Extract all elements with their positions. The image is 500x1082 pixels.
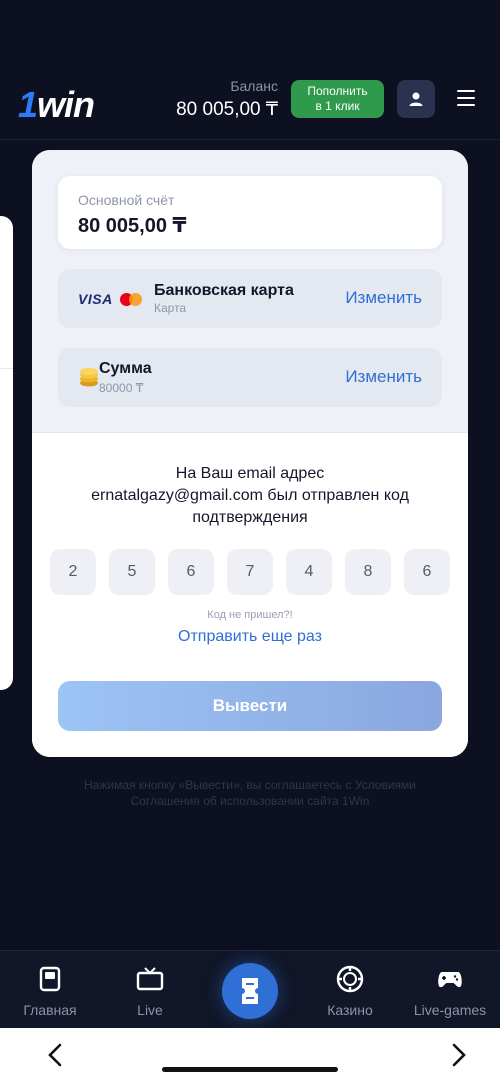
code-digit-7[interactable]: 6 — [404, 549, 450, 595]
visa-logo-icon: VISA — [78, 291, 113, 307]
topup-label-line1: Пополнить — [307, 84, 368, 98]
code-digit-6[interactable]: 8 — [345, 549, 391, 595]
nav-label-live-games: Live-games — [413, 1002, 487, 1018]
home-indicator — [162, 1067, 338, 1072]
nav-item-live[interactable]: Live — [105, 951, 195, 1029]
chevron-left-icon[interactable] — [44, 1042, 66, 1068]
terms-text: Нажимая кнопку «Вывести», вы соглашаетес… — [84, 778, 416, 808]
background-card — [0, 216, 13, 690]
bet-slip-button[interactable] — [222, 963, 278, 1019]
topup-button[interactable]: Пополнить в 1 клик — [291, 80, 384, 118]
amount-row[interactable]: Сумма 80000 ₸ Изменить — [58, 348, 442, 407]
coins-icon — [80, 368, 98, 387]
balance-block: Баланс 80 005,00 ₸ — [176, 78, 278, 121]
no-code-text: Код не пришел?! — [207, 609, 293, 621]
coupon-icon — [242, 978, 258, 1004]
main-account-box: Основной счёт 80 005,00 ₸ — [58, 176, 442, 249]
hamburger-menu-icon[interactable] — [457, 90, 475, 106]
home-icon — [39, 966, 61, 992]
code-input-group: 2 5 6 7 4 8 6 — [50, 549, 450, 595]
user-icon — [409, 92, 423, 106]
amount-value: 80000 ₸ — [99, 381, 144, 395]
nav-label-live: Live — [137, 1002, 163, 1018]
nav-item-casino[interactable]: Казино — [305, 951, 395, 1029]
payment-method-title: Банковская карта — [154, 282, 294, 299]
code-digit-1[interactable]: 2 — [50, 549, 96, 595]
logo[interactable]: 1win — [18, 84, 95, 126]
confirmation-message: На Ваш email адрес ernatalgazy@gmail.com… — [91, 465, 409, 526]
bottom-navigation: Главная Live Казино Live-games — [0, 950, 500, 1028]
topup-label-line2: в 1 клик — [315, 99, 360, 113]
code-digit-2[interactable]: 5 — [109, 549, 155, 595]
code-digit-5[interactable]: 4 — [286, 549, 332, 595]
withdraw-card: Основной счёт 80 005,00 ₸ VISA Банковска… — [32, 150, 468, 757]
browser-toolbar — [0, 1028, 500, 1082]
profile-button[interactable] — [397, 80, 435, 118]
casino-chip-icon — [336, 965, 364, 993]
nav-label-home: Главная — [23, 1002, 77, 1018]
withdraw-button[interactable]: Вывести — [58, 681, 442, 731]
app-header: 1win Баланс 80 005,00 ₸ Пополнить в 1 кл… — [0, 60, 500, 140]
gamepad-icon — [438, 972, 462, 988]
payment-method-row[interactable]: VISA Банковская карта Карта Изменить — [58, 269, 442, 328]
balance-value: 80 005,00 ₸ — [176, 99, 278, 120]
chevron-right-icon[interactable] — [448, 1042, 470, 1068]
change-amount-button[interactable]: Изменить — [345, 367, 422, 387]
change-payment-method-button[interactable]: Изменить — [345, 288, 422, 308]
balance-label: Баланс — [230, 78, 278, 94]
amount-title: Сумма — [99, 360, 152, 377]
nav-label-casino: Казино — [327, 1002, 373, 1018]
resend-code-link[interactable]: Отправить еще раз — [32, 628, 468, 646]
code-digit-4[interactable]: 7 — [227, 549, 273, 595]
tv-icon — [136, 967, 164, 991]
payment-method-subtitle: Карта — [154, 301, 187, 315]
account-label: Основной счёт — [78, 192, 175, 208]
mastercard-icon — [120, 293, 142, 306]
nav-item-home[interactable]: Главная — [5, 951, 95, 1029]
nav-item-live-games[interactable]: Live-games — [405, 951, 495, 1029]
code-digit-3[interactable]: 6 — [168, 549, 214, 595]
account-value: 80 005,00 ₸ — [78, 215, 187, 237]
